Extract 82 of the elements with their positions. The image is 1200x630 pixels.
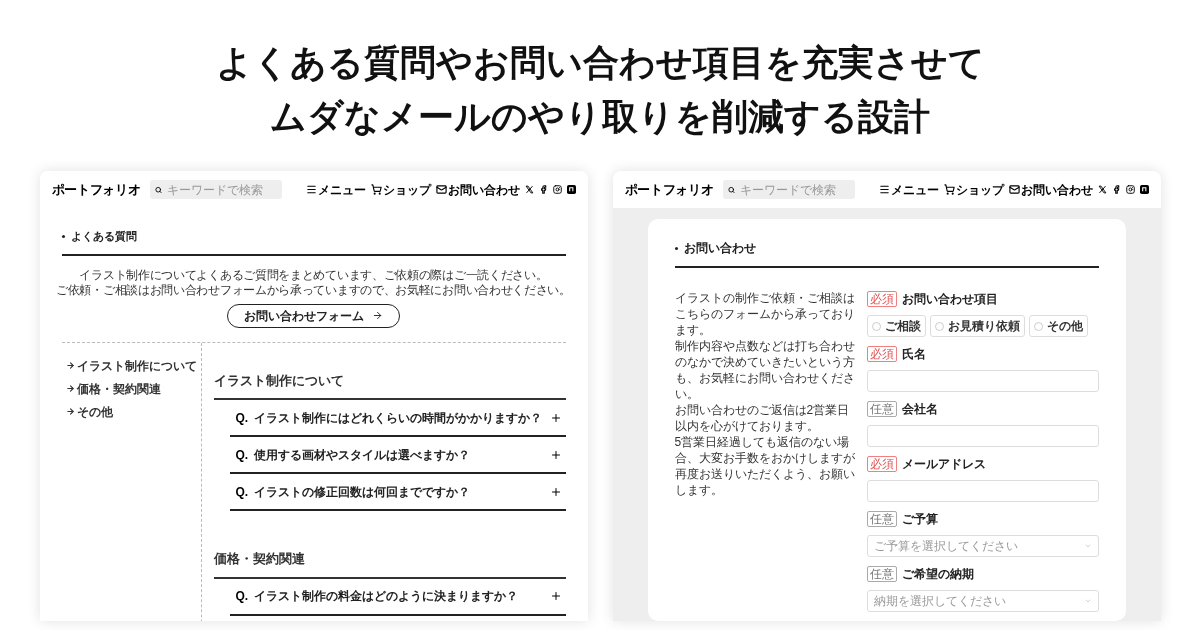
sidebar-link[interactable]: イラスト制作について (65, 356, 201, 375)
search-input[interactable]: キーワードで検索 (167, 180, 278, 199)
description-text: 5営業日経過しても返信のない場合、大変お手数をおかけしますが再度お送りいただくよう、お願いします。 (674, 434, 856, 498)
faq-question[interactable]: Q. イラストの修正回数は何回までですか？ (229, 474, 566, 511)
nav-link[interactable]: メニュー (305, 180, 366, 199)
headline: よくある質問やお問い合わせ項目を充実させて (215, 41, 985, 85)
site-logo[interactable]: ポートフォリオ (51, 179, 141, 200)
chevron-icon (1083, 542, 1092, 550)
q-mark: Q. (235, 588, 249, 605)
search-input[interactable]: キーワードで検索 (740, 180, 851, 199)
field-label: 氏名 (901, 346, 926, 363)
instagram-icon[interactable] (552, 185, 562, 194)
question-text: 使用する画材やスタイルは選べますか？ (254, 446, 471, 464)
arrow-icon (65, 384, 75, 393)
search-field[interactable]: キーワードで検索 (723, 180, 856, 199)
note-icon[interactable] (566, 185, 576, 194)
search-icon (155, 185, 163, 194)
description-text: イラストの制作ご依頼・ご相談はこちらのフォームから承っております。 (674, 290, 856, 338)
instagram-icon[interactable] (1125, 185, 1135, 194)
intro-text: ご依頼・ご相談はお問い合わせフォームから承っていますので、お気軽にお問い合わせください。 (56, 282, 571, 298)
mail-icon (435, 184, 447, 195)
field-badge: 必須 (866, 291, 897, 307)
site-logo[interactable]: ポートフォリオ (624, 179, 714, 200)
sidebar-link[interactable]: その他 (65, 402, 201, 421)
facebook-icon[interactable] (1111, 185, 1121, 194)
intro-text: イラスト制作についてよくあるご質問をまとめています、ご依頼の際はご一読ください。 (79, 267, 548, 283)
page-title: お問い合わせ (683, 240, 756, 257)
description-text: 制作内容や点数などは打ち合わせのなかで決めていきたいという方も、お気軽にお問い合わせください。 (674, 338, 856, 402)
text-field[interactable] (866, 425, 1099, 447)
field-label: お問い合わせ項目 (901, 291, 998, 308)
menu-icon (305, 184, 317, 195)
x-logo-icon[interactable] (1097, 185, 1107, 194)
search-field[interactable]: キーワードで検索 (150, 180, 283, 199)
field-badge: 任意 (866, 401, 897, 417)
nav-link[interactable]: ショップ (370, 180, 431, 199)
cart-icon (943, 184, 955, 195)
search-icon (728, 185, 736, 194)
section-heading: イラスト制作について (213, 370, 566, 400)
note-icon[interactable] (1139, 185, 1149, 194)
faq-question[interactable]: Q. イラスト制作の料金はどのように決まりますか？ (229, 578, 566, 616)
nav-link[interactable]: お問い合わせ (435, 180, 520, 199)
text-field[interactable] (866, 480, 1099, 502)
nav-link[interactable]: お問い合わせ (1008, 180, 1093, 199)
question-text: イラスト制作の料金はどのように決まりますか？ (254, 588, 519, 605)
arrow-icon (372, 310, 383, 321)
field-label: ご予算 (901, 511, 938, 528)
headline: ムダなメールのやり取りを削減する設計 (270, 95, 930, 139)
radio-option[interactable]: その他 (1028, 315, 1088, 337)
question-text: イラストの修正回数は何回までですか？ (254, 483, 471, 501)
nav-link[interactable]: ショップ (943, 180, 1004, 199)
field-badge: 必須 (866, 456, 897, 472)
field-label: メールアドレス (901, 456, 986, 473)
question-text: イラスト制作にはどれくらいの時間がかかりますか？ (254, 409, 543, 427)
q-mark: Q. (235, 446, 249, 464)
facebook-icon[interactable] (538, 185, 548, 194)
mail-icon (1008, 184, 1020, 195)
description-text: お問い合わせのご返信は2営業日以内を心がけております。 (674, 402, 851, 434)
radio-option[interactable]: ご相談 (866, 315, 926, 337)
arrow-icon (65, 407, 75, 416)
menu-icon (878, 184, 890, 195)
field-label: 会社名 (901, 401, 938, 418)
radio-option[interactable]: お見積り依頼 (929, 315, 1025, 337)
contact-form-button[interactable]: お問い合わせフォーム (227, 303, 400, 328)
field-badge: 任意 (866, 511, 897, 527)
bullet-icon (674, 246, 678, 250)
field-badge: 必須 (866, 346, 897, 362)
faq-question[interactable]: Q. 使用する画材やスタイルは選べますか？ (229, 437, 566, 474)
x-logo-icon[interactable] (524, 185, 534, 194)
q-mark: Q. (235, 409, 249, 427)
arrow-icon (65, 361, 75, 370)
text-field[interactable] (866, 370, 1099, 392)
chevron-icon (1083, 597, 1092, 605)
section-heading: 価格・契約関連 (213, 549, 566, 579)
sidebar-link[interactable]: 価格・契約関連 (65, 379, 201, 398)
field-badge: 任意 (866, 566, 897, 582)
page-title: よくある質問 (70, 229, 137, 244)
faq-question[interactable]: Q. イラスト制作にはどれくらいの時間がかかりますか？ (229, 400, 566, 437)
nav-link[interactable]: メニュー (878, 180, 939, 199)
cart-icon (370, 184, 382, 195)
bullet-icon (61, 234, 65, 238)
q-mark: Q. (235, 483, 249, 501)
field-label: ご希望の納期 (901, 566, 974, 583)
